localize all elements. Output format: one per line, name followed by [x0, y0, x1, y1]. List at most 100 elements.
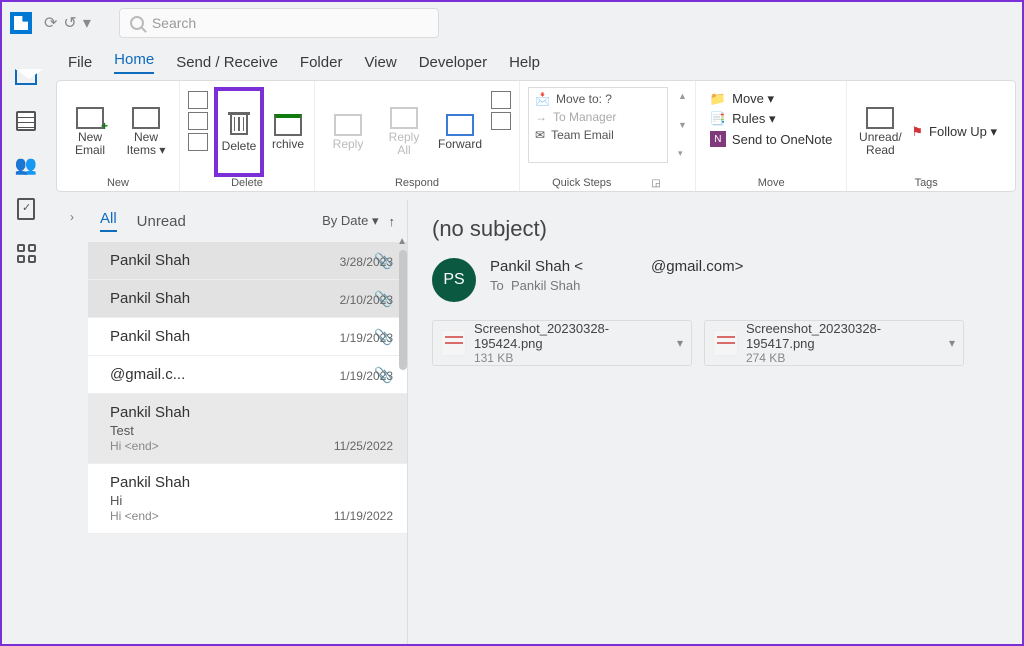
filter-unread[interactable]: Unread	[137, 213, 186, 230]
calendar-icon[interactable]	[15, 110, 37, 132]
message-subject: (no subject)	[432, 216, 992, 242]
tab-view[interactable]: View	[364, 54, 396, 71]
archive-button[interactable]: rchive	[270, 87, 306, 177]
message-subject-preview: Test	[110, 423, 393, 438]
scrollbar-thumb[interactable]	[399, 250, 407, 370]
recipient-line: To Pankil Shah	[490, 278, 743, 293]
mail-icon[interactable]	[15, 66, 37, 88]
people-icon[interactable]: 👥	[15, 154, 37, 176]
move-icon: 📁	[710, 91, 726, 107]
tasks-icon[interactable]	[15, 198, 37, 220]
message-from: Pankil Shah	[110, 474, 393, 491]
flag-icon: ⚑	[911, 124, 923, 140]
rules-icon: 📑	[710, 111, 726, 127]
message-list: All Unread By Date ▾ ↑ Pankil Shah📎3/28/2…	[88, 200, 408, 644]
sort-direction-icon[interactable]: ↑	[389, 214, 396, 229]
folder-pane-collapse[interactable]: ›	[56, 200, 88, 644]
scroll-up-icon[interactable]: ▲	[397, 236, 407, 247]
tab-folder[interactable]: Folder	[300, 54, 343, 71]
attachment-filename: Screenshot_20230328-195424.png	[474, 321, 669, 351]
group-label-new: New	[107, 177, 129, 189]
tab-sendreceive[interactable]: Send / Receive	[176, 54, 278, 71]
team-icon: ✉	[535, 128, 545, 142]
forward-button[interactable]: Forward	[435, 87, 485, 177]
unread-read-button[interactable]: Unread/ Read	[855, 87, 905, 177]
content-area: › All Unread By Date ▾ ↑ Pankil Shah📎3/28…	[56, 200, 1016, 644]
group-respond: Reply Reply All Forward Respond	[315, 81, 520, 191]
manager-icon: →	[535, 110, 547, 124]
search-box[interactable]: Search	[119, 8, 439, 38]
rules-button[interactable]: 📑Rules ▾	[710, 109, 832, 129]
message-item[interactable]: Pankil Shah📎1/19/2023	[88, 318, 407, 356]
sort-by-date[interactable]: By Date ▾	[322, 213, 378, 229]
message-item[interactable]: Pankil ShahHiHi <end>11/19/2022	[88, 464, 407, 534]
attachment-filename: Screenshot_20230328-195417.png	[746, 321, 941, 351]
message-date: 2/10/2023	[340, 293, 393, 307]
group-quicksteps: 📩Move to: ? →To Manager ✉Team Email ▲▼▾ …	[520, 81, 696, 191]
sender-avatar: PS	[432, 258, 476, 302]
message-date: 1/19/2023	[340, 331, 393, 345]
filter-all[interactable]: All	[100, 210, 117, 232]
meeting-icon[interactable]	[491, 91, 511, 109]
qat-dropdown-icon[interactable]: ▾	[83, 13, 91, 33]
group-tags: Unread/ Read ⚑Follow Up ▾ Tags	[847, 81, 1005, 191]
junk-icon[interactable]	[188, 133, 208, 151]
group-move: 📁Move ▾ 📑Rules ▾ NSend to OneNote Move	[696, 81, 847, 191]
ribbon: +New Email New Items ▾ New Delete rchive…	[56, 80, 1016, 192]
tab-help[interactable]: Help	[509, 54, 540, 71]
move-button[interactable]: 📁Move ▾	[710, 89, 832, 109]
quicksteps-gallery[interactable]: 📩Move to: ? →To Manager ✉Team Email	[528, 87, 668, 163]
apps-icon[interactable]	[15, 242, 37, 264]
message-item[interactable]: Pankil Shah📎3/28/2023	[88, 242, 407, 280]
attachment-card[interactable]: Screenshot_20230328-195417.png274 KB▾	[704, 320, 964, 366]
chevron-down-icon[interactable]: ▾	[677, 336, 683, 350]
tab-developer[interactable]: Developer	[419, 54, 487, 71]
ignore-icon[interactable]	[188, 91, 208, 109]
attachments-row: Screenshot_20230328-195424.png131 KB▾Scr…	[432, 320, 992, 366]
message-from: Pankil Shah	[110, 404, 393, 421]
titlebar: ⟳ ↺ ▾ Search	[2, 2, 1022, 44]
outlook-logo-icon	[10, 12, 32, 34]
attachment-card[interactable]: Screenshot_20230328-195424.png131 KB ▾	[432, 320, 692, 366]
attachment-thumbnail-icon	[713, 330, 738, 356]
chevron-down-icon[interactable]: ▾	[949, 336, 955, 350]
onenote-button[interactable]: NSend to OneNote	[710, 129, 832, 149]
group-label-delete: Delete	[231, 177, 263, 189]
group-label-move: Move	[758, 177, 785, 189]
group-delete: Delete rchive Delete	[180, 81, 315, 191]
delete-button[interactable]: Delete	[214, 87, 264, 177]
dialog-launcher-icon[interactable]: ◲	[651, 178, 660, 189]
group-new: +New Email New Items ▾ New	[57, 81, 180, 191]
new-email-button[interactable]: +New Email	[65, 87, 115, 177]
message-date: 11/19/2022	[334, 509, 393, 523]
attachment-size: 131 KB	[474, 351, 669, 366]
message-date: 1/19/2023	[340, 369, 393, 383]
reading-pane: (no subject) PS Pankil Shah <@gmail.com>…	[408, 200, 1016, 644]
tab-home[interactable]: Home	[114, 51, 154, 74]
group-label-respond: Respond	[395, 177, 439, 189]
ribbon-tabs: File Home Send / Receive Folder View Dev…	[50, 44, 1022, 80]
followup-button[interactable]: ⚑Follow Up ▾	[911, 122, 997, 142]
sync-icon[interactable]: ⟳	[44, 13, 57, 33]
message-item[interactable]: @gmail.c...📎1/19/2023	[88, 356, 407, 394]
reply-all-button[interactable]: Reply All	[379, 87, 429, 177]
search-icon	[130, 16, 144, 30]
search-placeholder: Search	[152, 15, 196, 31]
quick-access-toolbar: ⟳ ↺ ▾	[44, 13, 91, 33]
undo-icon[interactable]: ↺	[63, 13, 76, 33]
group-label-quick: Quick Steps	[552, 177, 611, 189]
new-items-button[interactable]: New Items ▾	[121, 87, 171, 177]
cleanup-icon[interactable]	[188, 112, 208, 130]
message-item[interactable]: Pankil ShahTestHi <end>11/25/2022	[88, 394, 407, 464]
group-label-tags: Tags	[915, 177, 938, 189]
attachment-thumbnail-icon	[441, 330, 466, 356]
more-respond-icon[interactable]	[491, 112, 511, 130]
message-item[interactable]: Pankil Shah📎2/10/2023	[88, 280, 407, 318]
moveto-icon: 📩	[535, 92, 550, 106]
tab-file[interactable]: File	[68, 54, 92, 71]
sender-line: Pankil Shah <@gmail.com>	[490, 258, 743, 275]
left-nav-rail: 👥	[2, 44, 50, 644]
reply-button[interactable]: Reply	[323, 87, 373, 177]
quicksteps-scroll[interactable]: ▲▼▾	[678, 87, 687, 163]
message-subject-preview: Hi	[110, 493, 393, 508]
